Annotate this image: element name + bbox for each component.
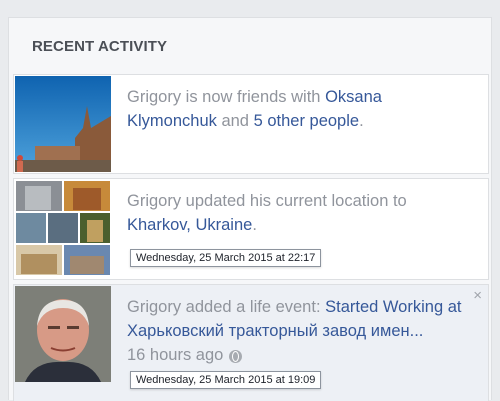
connector-text: and (216, 112, 254, 130)
activity-item-friends[interactable]: Grigory is now friends with Oksana Klymo… (13, 74, 489, 174)
punctuation: . (359, 112, 364, 130)
actor-name: Grigory (127, 298, 182, 316)
activity-verb: updated his current location to (181, 192, 407, 210)
activity-photo[interactable] (15, 76, 111, 172)
actor-name: Grigory (127, 88, 182, 106)
location-photo-grid[interactable] (15, 180, 111, 276)
time-row: 16 hours ago (127, 343, 474, 367)
timestamp-tooltip: Wednesday, 25 March 2015 at 22:17 (130, 249, 322, 267)
panel-title: RECENT ACTIVITY (32, 37, 168, 55)
punctuation: . (252, 216, 257, 234)
close-icon[interactable]: × (473, 287, 482, 304)
recent-activity-panel: RECENT ACTIVITY Grigory is now friends w… (8, 17, 492, 401)
activity-item-location[interactable]: Grigory updated his current location to … (13, 178, 489, 280)
location-link[interactable]: Kharkov, Ukraine (127, 216, 252, 234)
activity-text: Grigory is now friends with Oksana Klymo… (127, 85, 474, 133)
activity-verb: added a life event: (181, 298, 326, 316)
activity-text: Grigory added a life event: Started Work… (127, 295, 474, 367)
timestamp-tooltip: Wednesday, 25 March 2015 at 19:09 (130, 371, 322, 389)
activity-item-life-event[interactable]: × Grigory added a life event: Started Wo… (13, 284, 489, 401)
actor-name: Grigory (127, 192, 182, 210)
activity-text: Grigory updated his current location to … (127, 189, 474, 237)
other-people-link[interactable]: 5 other people (254, 112, 360, 130)
profile-photo[interactable] (15, 286, 111, 382)
relative-time-link[interactable]: 16 hours ago (127, 343, 223, 367)
activity-verb: is now friends with (181, 88, 326, 106)
globe-icon[interactable] (229, 349, 243, 363)
